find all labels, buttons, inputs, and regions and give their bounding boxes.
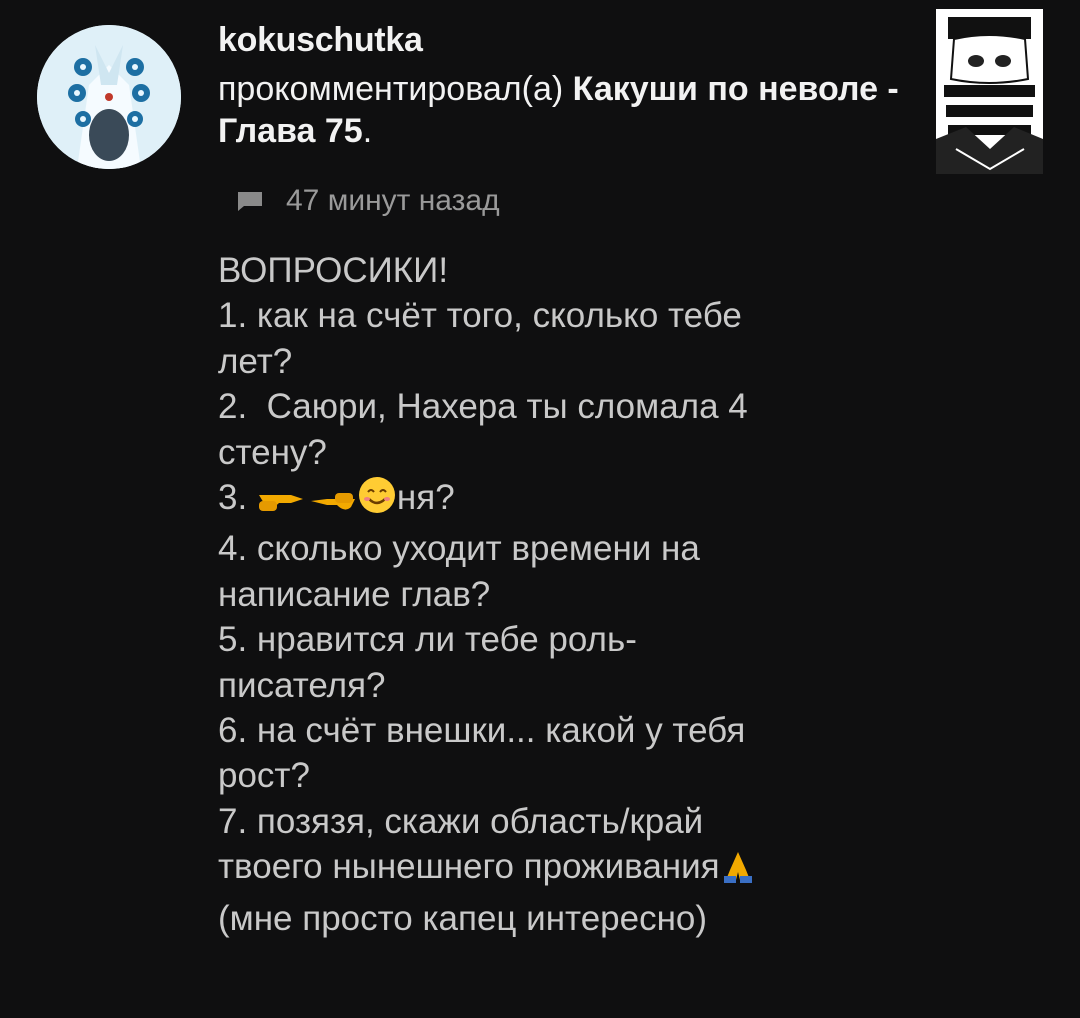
pointing-right-hand-icon: [257, 481, 307, 526]
question-3: 3. ня?: [218, 477, 455, 518]
comment-meta: 47 минут назад: [236, 184, 500, 218]
manga-character-thumbnail-icon: [936, 9, 1043, 174]
comment-body: ВОПРОСИКИ! 1. как на счёт того, сколько …: [218, 248, 898, 941]
comment-action: прокомментировал(а) Какуши по неволе - Г…: [218, 68, 908, 152]
manga-thumbnail[interactable]: [936, 9, 1043, 174]
question-7-line-1: 7. позязя, скажи область/край: [218, 801, 704, 841]
question-3-prefix: 3.: [218, 478, 257, 518]
question-3-suffix: ня?: [396, 478, 455, 518]
question-6: 6. на счёт внешки... какой у тебя рост?: [218, 711, 746, 796]
chapter-suffix: .: [362, 112, 373, 150]
question-5: 5. нравится ли тебе роль- писателя?: [218, 620, 637, 705]
question-1: 1. как на счёт того, сколько тебе лет?: [218, 296, 742, 381]
question-2: 2. Саюри, Нахера ты сломала 4 стену?: [218, 387, 748, 472]
folded-hands-icon: [720, 850, 756, 895]
timestamp: 47 минут назад: [286, 184, 500, 217]
action-verb: прокомментировал(а): [218, 70, 564, 108]
comment-bubble-icon: [238, 192, 262, 211]
pointing-left-hand-icon: [307, 481, 357, 526]
multi-eye-avatar-icon: [37, 25, 181, 169]
comment-header: kokuschutka прокомментировал(а) Какуши п…: [218, 20, 908, 152]
smiling-face-icon: [357, 475, 397, 526]
user-avatar[interactable]: [37, 25, 181, 169]
question-7-line-3: (мне просто капец интересно): [218, 898, 708, 938]
body-heading: ВОПРОСИКИ!: [218, 251, 449, 290]
username-link[interactable]: kokuschutka: [218, 20, 908, 60]
question-4: 4. сколько уходит времени на написание г…: [218, 529, 700, 614]
question-7-line-2: твоего нынешнего проживания: [218, 847, 720, 887]
